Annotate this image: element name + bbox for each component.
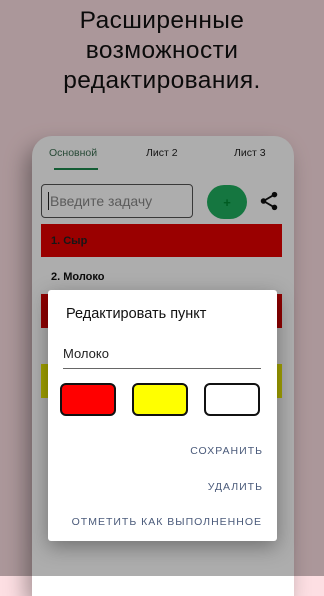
item-name-value: Молоко xyxy=(63,346,109,361)
mark-done-button[interactable]: ОТМЕТИТЬ КАК ВЫПОЛНЕННОЕ xyxy=(72,516,262,528)
item-name-field[interactable]: Молоко xyxy=(63,346,261,369)
save-button[interactable]: СОХРАНИТЬ xyxy=(190,445,263,457)
color-swatch-red[interactable] xyxy=(60,383,116,416)
delete-button[interactable]: УДАЛИТЬ xyxy=(208,481,263,493)
color-swatch-white[interactable] xyxy=(204,383,260,416)
edit-item-dialog: Редактировать пункт Молоко СОХРАНИТЬ УДА… xyxy=(48,290,277,541)
dialog-title: Редактировать пункт xyxy=(66,306,207,322)
color-swatch-yellow[interactable] xyxy=(132,383,188,416)
